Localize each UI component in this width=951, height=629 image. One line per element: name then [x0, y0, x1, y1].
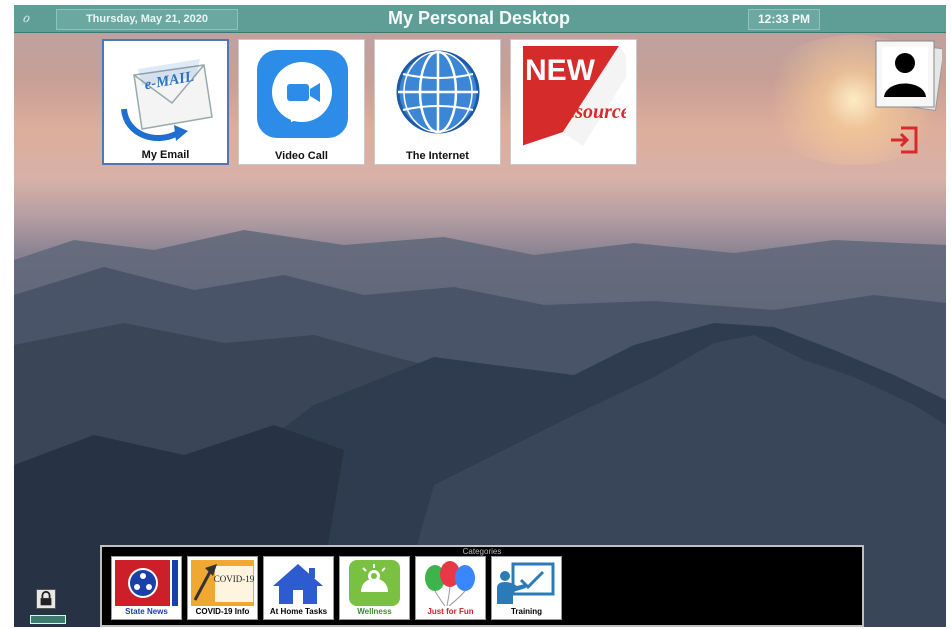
- desktop-screen: ℴ Thursday, May 21, 2020 My Personal Des…: [14, 5, 946, 627]
- balloons-icon: [425, 561, 475, 606]
- categories-bar: Categories State News COVID-19 COVID-19 …: [100, 545, 864, 627]
- covid-info-icon: COVID-19: [191, 560, 254, 606]
- category-at-home-tasks[interactable]: At Home Tasks: [263, 556, 334, 620]
- category-label: COVID-19 Info: [195, 607, 250, 616]
- category-training[interactable]: Training: [491, 556, 562, 620]
- video-call-tile[interactable]: Video Call: [238, 39, 365, 165]
- email-icon: e-MAIL: [121, 59, 213, 142]
- wellness-icon: [349, 560, 400, 606]
- new-resources-tile[interactable]: NEW Resources: [510, 39, 637, 165]
- globe-icon: [396, 50, 480, 134]
- svg-text:NEW: NEW: [525, 54, 596, 87]
- category-label: Wellness: [357, 607, 392, 616]
- category-label: Just for Fun: [427, 607, 474, 616]
- app-label: The Internet: [406, 150, 469, 162]
- my-email-tile[interactable]: e-MAIL My Email: [102, 39, 229, 165]
- teacher-board-icon: [497, 562, 555, 604]
- exit-icon[interactable]: [889, 125, 919, 155]
- category-label: At Home Tasks: [269, 607, 328, 616]
- page-title: My Personal Desktop: [387, 8, 571, 28]
- profile-photo-icon[interactable]: [872, 39, 942, 111]
- top-bar: ℴ Thursday, May 21, 2020 My Personal Des…: [14, 5, 946, 33]
- app-label: My Email: [141, 149, 190, 161]
- category-covid-19-info[interactable]: COVID-19 COVID-19 Info: [187, 556, 258, 620]
- lock-indicator: [30, 615, 66, 624]
- category-label: Training: [510, 607, 543, 616]
- svg-text:COVID-19: COVID-19: [214, 574, 254, 584]
- category-state-news[interactable]: State News: [111, 556, 182, 620]
- category-wellness[interactable]: Wellness: [339, 556, 410, 620]
- lock-icon[interactable]: [36, 589, 56, 609]
- the-internet-tile[interactable]: The Internet: [374, 39, 501, 165]
- category-label: State News: [125, 607, 168, 616]
- logo-icon: ℴ: [22, 9, 30, 26]
- new-resources-icon: NEW Resources: [523, 46, 626, 146]
- svg-text:Resources: Resources: [552, 101, 626, 123]
- video-camera-icon: [257, 50, 348, 138]
- app-label: Video Call: [275, 150, 328, 162]
- category-just-for-fun[interactable]: Just for Fun: [415, 556, 486, 620]
- clock-display: 12:33 PM: [748, 9, 820, 30]
- date-display: Thursday, May 21, 2020: [56, 9, 238, 30]
- tennessee-flag-icon: [115, 560, 178, 606]
- house-icon: [273, 564, 323, 604]
